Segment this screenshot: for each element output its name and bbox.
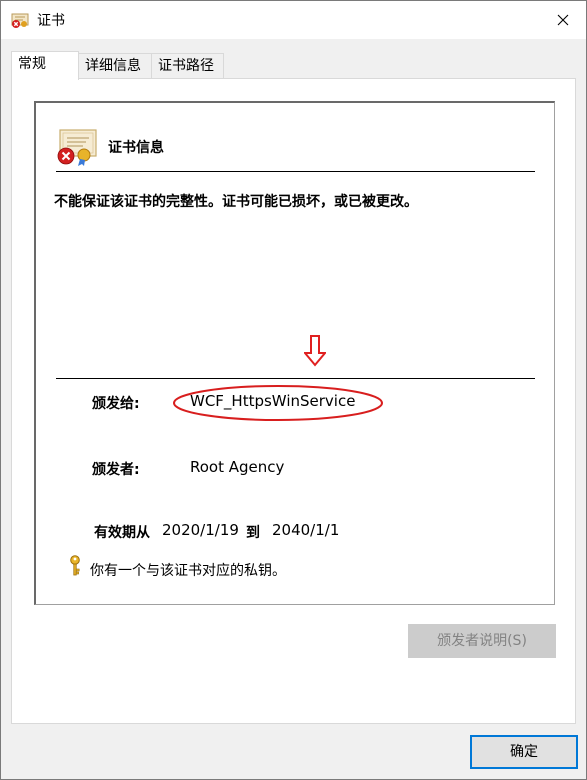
- certificate-dialog: 证书 常规 详细信息 证书路径 证书信息 不能保证该证书的完整性。证书可能已损坏…: [0, 0, 587, 780]
- valid-to-label: 到: [246, 525, 260, 541]
- issuer-statement-button[interactable]: 颁发者说明(S): [408, 624, 556, 658]
- tab-certification-path-label: 证书路径: [158, 58, 214, 74]
- tab-certification-path[interactable]: 证书路径: [151, 53, 224, 79]
- certificate-icon: [11, 13, 29, 28]
- valid-from-value: 2020/1/19: [162, 521, 239, 539]
- issued-to-label: 颁发给:: [92, 396, 140, 412]
- tab-general-label: 常规: [18, 56, 46, 72]
- integrity-warning: 不能保证该证书的完整性。证书可能已损坏，或已被更改。: [54, 194, 418, 210]
- private-key-note: 你有一个与该证书对应的私钥。: [90, 563, 286, 579]
- down-arrow-annotation: [304, 335, 326, 367]
- details-divider: [56, 378, 535, 379]
- general-tab-panel: 证书信息 不能保证该证书的完整性。证书可能已损坏，或已被更改。 颁发给: WCF…: [11, 78, 576, 724]
- tab-details[interactable]: 详细信息: [78, 53, 152, 79]
- title-bar: 证书: [1, 1, 586, 39]
- close-button[interactable]: [540, 1, 586, 39]
- key-icon: [70, 555, 80, 576]
- certificate-info-heading: 证书信息: [108, 140, 164, 156]
- tab-general[interactable]: 常规: [11, 51, 79, 80]
- close-icon: [557, 14, 569, 26]
- tab-details-label: 详细信息: [85, 58, 141, 74]
- heading-divider: [56, 171, 535, 172]
- invalid-certificate-icon: [57, 129, 97, 166]
- issued-to-value: WCF_HttpsWinService: [190, 392, 356, 410]
- certificate-info-frame: 证书信息 不能保证该证书的完整性。证书可能已损坏，或已被更改。 颁发给: WCF…: [34, 101, 555, 605]
- window-title: 证书: [37, 13, 65, 29]
- valid-from-label: 有效期从: [94, 525, 150, 541]
- issued-by-label: 颁发者:: [92, 462, 140, 478]
- ok-button[interactable]: 确定: [470, 735, 578, 769]
- issued-by-value: Root Agency: [190, 458, 285, 476]
- valid-to-value: 2040/1/1: [272, 521, 340, 539]
